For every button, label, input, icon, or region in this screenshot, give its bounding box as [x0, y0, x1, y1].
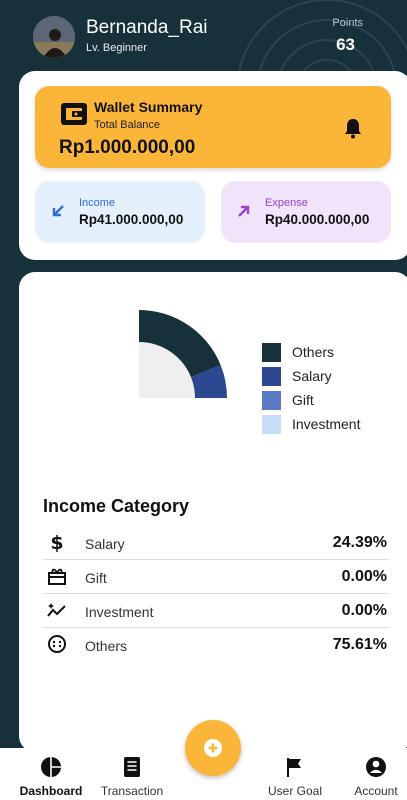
expense-label: Expense [265, 197, 308, 209]
legend-label: Others [292, 344, 335, 360]
nav-transaction[interactable]: Transaction [96, 756, 168, 798]
add-transaction-button[interactable] [185, 720, 241, 776]
legend-label: Salary [292, 368, 332, 384]
chart-legend: Others Salary Gift Investment [262, 340, 360, 436]
category-row-others[interactable]: Others 75.61% [43, 627, 389, 661]
legend-item: Salary [262, 364, 360, 388]
gift-icon [48, 568, 66, 585]
arrow-down-left-icon [52, 205, 64, 217]
category-percent: 0.00% [341, 602, 387, 619]
income-card[interactable]: Income Rp41.000.000,00 [35, 181, 205, 243]
legend-swatch [262, 342, 281, 362]
more-circle-icon [48, 635, 66, 653]
wallet-icon [61, 103, 87, 125]
nav-dashboard[interactable]: Dashboard [16, 756, 86, 798]
trend-icon [47, 603, 66, 617]
app-screen: Bernanda_Rai Lv. Beginner Points 63 Wall… [0, 0, 407, 800]
income-content-card: Others Salary Gift Investment Income Cat… [19, 272, 407, 752]
category-name: Gift [85, 570, 107, 586]
nav-user-goal[interactable]: User Goal [262, 756, 328, 798]
legend-item: Others [262, 340, 360, 364]
receipt-icon [124, 757, 140, 777]
expense-value: Rp40.000.000,00 [265, 212, 370, 227]
income-label: Income [79, 197, 116, 209]
legend-swatch [262, 366, 281, 386]
points-value: 63 [336, 35, 355, 54]
summary-card: Wallet Summary Total Balance Rp1.000.000… [19, 71, 407, 260]
category-name: Salary [85, 536, 125, 552]
svg-text:$: $ [50, 532, 63, 552]
category-row-investment[interactable]: Investment 0.00% [43, 593, 389, 628]
wallet-amount: Rp1.000.000,00 [59, 137, 196, 158]
category-percent: 75.61% [332, 636, 387, 653]
legend-item: Investment [262, 412, 360, 436]
category-percent: 0.00% [341, 568, 387, 585]
income-value: Rp41.000.000,00 [79, 212, 184, 227]
pie-chart-icon [41, 757, 61, 777]
nav-label: Transaction [100, 784, 164, 798]
legend-item: Gift [262, 388, 360, 412]
legend-label: Gift [292, 392, 314, 408]
category-row-salary[interactable]: $ Salary 24.39% [43, 525, 389, 560]
wallet-subtitle: Total Balance [94, 119, 161, 131]
nav-label: Dashboard [19, 784, 83, 798]
expense-card[interactable]: Expense Rp40.000.000,00 [221, 181, 391, 243]
legend-label: Investment [292, 416, 361, 432]
arrow-up-right-icon [238, 205, 250, 217]
account-icon [366, 757, 386, 777]
legend-swatch [262, 390, 281, 410]
category-name: Others [85, 638, 128, 654]
nav-label: Account [354, 784, 398, 798]
category-row-gift[interactable]: Gift 0.00% [43, 559, 389, 594]
dollar-icon: $ [50, 532, 63, 552]
category-percent: 24.39% [332, 534, 387, 551]
bell-icon[interactable] [343, 117, 363, 139]
income-pie-chart [139, 310, 227, 398]
user-level: Lv. Beginner [86, 42, 147, 54]
wallet-title: Wallet Summary [94, 99, 203, 115]
nav-account[interactable]: Account [346, 756, 406, 798]
category-name: Investment [85, 604, 154, 620]
legend-swatch [262, 414, 281, 434]
avatar-image [33, 16, 75, 58]
plus-icon [204, 739, 222, 757]
income-category-title: Income Category [43, 496, 190, 516]
user-name: Bernanda_Rai [86, 17, 208, 38]
points-label: Points [332, 17, 363, 29]
avatar[interactable] [33, 16, 75, 58]
nav-label: User Goal [267, 784, 323, 798]
flag-icon [287, 758, 301, 777]
wallet-summary-card[interactable]: Wallet Summary Total Balance Rp1.000.000… [35, 86, 391, 168]
